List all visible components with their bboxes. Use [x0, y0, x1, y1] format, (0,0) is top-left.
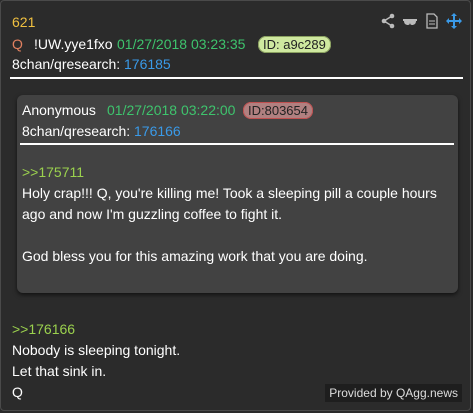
- post-number: 621: [12, 14, 36, 30]
- reply-text-line3: Q: [12, 384, 23, 400]
- quoted-date: 01/27/2018 03:22:00: [107, 102, 236, 118]
- quoted-post: Anonymous 01/27/2018 03:22:00 ID:803654 …: [17, 95, 458, 293]
- toolbar-icons: [380, 13, 462, 29]
- board-label: 8chan/qresearch:: [12, 56, 121, 72]
- tripcode: !UW.yye1fxo: [34, 36, 113, 52]
- poster-id-badge: ID: a9c289: [258, 36, 331, 53]
- glasses-icon[interactable]: [402, 13, 418, 29]
- quoted-text-line1: Holy crap!!! Q, you're killing me! Took …: [22, 185, 437, 201]
- reply-link[interactable]: >>176166: [12, 319, 75, 340]
- footer-credit: Provided by QAgg.news: [325, 384, 462, 402]
- q-post-card: 621 Q !UW.yye1fxo 01/27/2018 03:23:35 ID…: [0, 0, 471, 411]
- post-link[interactable]: 176185: [124, 55, 171, 73]
- quoted-post-link[interactable]: 176166: [134, 122, 181, 140]
- quoted-text-line3: God bless you for this amazing work that…: [22, 248, 368, 264]
- reply-text-line2: Let that sink in.: [12, 363, 107, 379]
- quoted-divider: [20, 143, 454, 145]
- move-icon[interactable]: [446, 13, 462, 29]
- post-date: 01/27/2018 03:23:35: [117, 36, 246, 52]
- reply-text-line1: Nobody is sleeping tonight.: [12, 342, 181, 358]
- quoted-id-badge: ID:803654: [243, 102, 313, 119]
- document-icon[interactable]: [424, 13, 440, 29]
- quoted-board-label: 8chan/qresearch:: [22, 123, 131, 139]
- quoted-text-line2: ago and now I'm guzzling coffee to fight…: [22, 206, 283, 222]
- quoted-author: Anonymous: [22, 102, 96, 118]
- header-divider: [10, 77, 463, 79]
- share-icon[interactable]: [380, 13, 396, 29]
- quoted-reply-link[interactable]: >>175711: [22, 162, 84, 183]
- q-label: Q: [12, 36, 23, 52]
